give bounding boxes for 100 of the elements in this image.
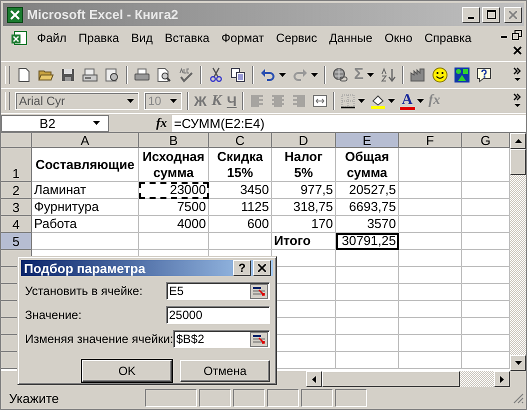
close-icon[interactable] [513,46,522,55]
table-cell [336,352,399,369]
dropdown-arrow-icon[interactable] [366,73,374,77]
scroll-right-icon[interactable] [500,376,504,382]
status-pane [335,389,367,407]
dropdown-arrow-icon[interactable] [311,73,318,77]
menu-item[interactable]: Формат [215,30,270,47]
row-header[interactable]: 3 [1,199,32,216]
workbook-icon[interactable] [11,31,27,47]
scroll-thumb[interactable] [510,149,526,175]
column-header[interactable]: B [139,133,209,148]
mail-icon[interactable] [82,67,98,83]
spreadsheet-app-icon [7,6,23,22]
dialog-button[interactable]: OK [82,360,172,382]
scroll-down-icon[interactable] [514,361,522,365]
scroll-left-icon[interactable] [312,376,316,382]
table-cell: 1125 [209,199,272,216]
column-header[interactable]: E [336,133,399,148]
dropdown-arrow-icon[interactable] [388,99,395,103]
horizontal-scrollbar[interactable] [306,371,510,387]
input-field[interactable]: E5 [166,282,270,300]
menu-item[interactable]: Данные [323,30,378,47]
column-header[interactable]: G [462,133,510,148]
column-header[interactable]: D [272,133,336,148]
print-preview-icon[interactable] [156,67,172,83]
menu-item[interactable]: Правка [72,30,126,47]
row-header[interactable]: 4 [1,216,32,233]
font-dropdown[interactable]: Arial Cyr [15,92,139,110]
undo-icon[interactable] [260,67,276,83]
globe-link-icon[interactable] [332,67,348,83]
save-icon[interactable] [60,67,76,83]
new-document-icon[interactable] [16,67,32,83]
collapse-dialog-icon[interactable] [250,284,268,298]
status-pane [145,389,197,407]
chart-icon[interactable] [410,67,426,83]
table-cell: 30791,25 [336,233,399,250]
column-header[interactable]: A [32,133,139,148]
document-search-icon[interactable] [104,67,120,83]
font-color-button[interactable]: A [400,92,415,110]
dropdown-arrow-icon[interactable] [416,99,424,103]
status-text: Укажите [9,390,60,406]
input-field[interactable]: $B$2 [173,330,270,348]
more-buttons-icon[interactable] [513,92,522,110]
dropdown-arrow-icon[interactable] [279,73,286,77]
formula-field[interactable]: =СУММ(E2:E4) [172,114,526,132]
column-header[interactable]: C [209,133,272,148]
shapes-icon[interactable] [454,67,470,83]
minimize-button[interactable] [462,6,480,22]
table-cell: Ламинат [32,182,139,199]
fill-color-icon[interactable] [370,93,386,109]
table-cell: 23000 [139,182,209,199]
spelling-check-icon[interactable] [178,67,194,83]
table-cell: 600 [209,216,272,233]
cut-icon[interactable] [208,67,224,83]
table-cell: Работа [32,216,139,233]
dropdown-arrow-icon[interactable] [93,121,100,125]
column-header[interactable]: F [399,133,462,148]
menu-item[interactable]: Вид [125,30,159,47]
dialog-button[interactable]: Отмена [180,360,270,382]
input-field[interactable]: 25000 [166,306,270,324]
window-title: Microsoft Excel - Книга2 [27,7,180,22]
close-icon [509,10,517,18]
menu-item[interactable]: Файл [31,30,73,47]
sort-icon[interactable] [380,67,396,83]
help-icon[interactable] [476,67,492,83]
select-all-button[interactable] [1,133,32,148]
close-button[interactable] [253,260,271,276]
align-right-icon[interactable] [290,93,307,109]
print-icon[interactable] [134,67,150,83]
row-header[interactable]: 5 [1,233,32,250]
table-cell [399,182,462,199]
align-center-icon[interactable] [270,93,286,109]
menu-item[interactable]: Справка [418,30,478,47]
merge-center-icon[interactable] [312,93,328,109]
row-header[interactable]: 1 [1,148,32,182]
collapse-dialog-icon[interactable] [250,332,268,346]
align-left-icon[interactable] [248,93,265,109]
smiley-icon[interactable] [432,67,448,83]
restore-icon[interactable] [512,30,522,40]
help-button[interactable]: ? [233,260,251,276]
resize-grip-icon[interactable] [512,392,524,404]
copy-icon[interactable] [230,67,246,83]
table-cell [399,318,462,335]
menu-item[interactable]: Сервис [270,30,324,47]
more-buttons-icon[interactable] [513,66,522,84]
dropdown-arrow-icon[interactable] [358,99,365,103]
dropdown-arrow-icon[interactable] [127,99,134,103]
vertical-scrollbar[interactable] [510,133,526,371]
scroll-up-icon[interactable] [514,139,522,143]
insert-function-button[interactable]: fx [109,115,172,131]
menu-item[interactable]: Окно [378,30,418,47]
name-box[interactable]: B2 [1,114,109,132]
maximize-button[interactable] [482,6,500,22]
menu-item[interactable]: Вставка [158,30,216,47]
table-cell: Составляющие [32,148,139,182]
row-header[interactable]: 2 [1,182,32,199]
table-cell [399,301,462,318]
scroll-thumb[interactable] [322,371,460,387]
close-button[interactable] [504,6,522,22]
borders-icon[interactable] [340,93,356,109]
